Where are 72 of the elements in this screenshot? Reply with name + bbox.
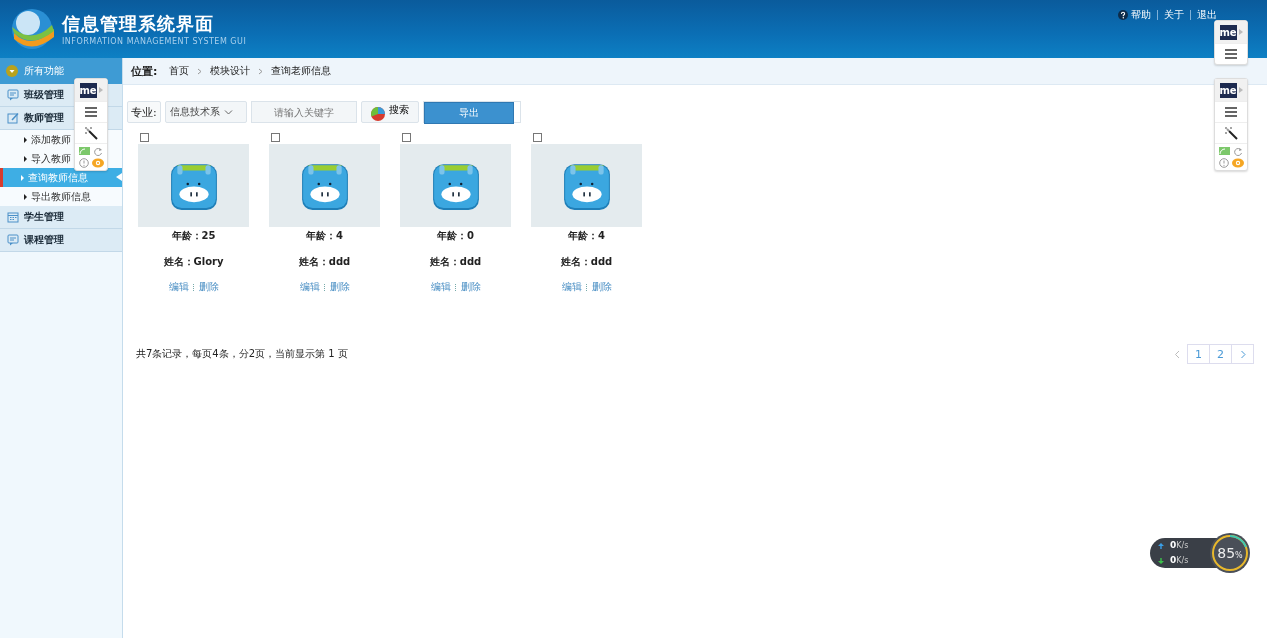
app-subtitle: INFORMATION MANAGEMENT SYSTEM GUI: [62, 37, 247, 46]
search-button[interactable]: 搜索: [360, 101, 419, 123]
dropdown-icon: [6, 65, 18, 77]
major-label: 专业:: [127, 101, 161, 123]
eye-icon[interactable]: [1231, 158, 1244, 168]
magic-wand-icon[interactable]: [1224, 126, 1238, 140]
header-link[interactable]: 帮助: [1118, 8, 1151, 22]
age-text: 年龄：25: [171, 229, 216, 243]
upload-speed: 0K/s: [1170, 541, 1190, 550]
age-text: 年龄：0: [437, 229, 474, 243]
chevron-icon: [223, 109, 233, 115]
name-text: 姓名：ddd: [560, 255, 613, 269]
delete-link[interactable]: 删除: [198, 280, 219, 294]
age-text: 年龄：4: [568, 229, 605, 243]
info-icon[interactable]: [78, 158, 89, 168]
pie-chart-icon: [369, 106, 386, 122]
download-speed: 0K/s: [1170, 556, 1190, 565]
checkbox[interactable]: [271, 133, 280, 142]
extension-logo-button[interactable]: me: [75, 79, 107, 101]
name-text: 姓名：ddd: [298, 255, 351, 269]
menu-icon[interactable]: [1225, 107, 1237, 117]
delete-link[interactable]: 删除: [460, 280, 481, 294]
next-page-button[interactable]: [1232, 344, 1254, 364]
nav-item[interactable]: 导出教师信息: [0, 187, 122, 206]
age-text: 年龄：4: [306, 229, 343, 243]
chat-icon: [7, 234, 19, 246]
eye-icon[interactable]: [91, 158, 104, 168]
chevron-icon: [258, 67, 264, 75]
extension-logo-button[interactable]: me: [1215, 21, 1247, 43]
major-select[interactable]: 信息技术系: [164, 101, 247, 123]
checkbox[interactable]: [140, 133, 149, 142]
nav-group[interactable]: 学生管理: [0, 206, 122, 229]
app-title: 信息管理系统界面: [62, 12, 215, 36]
location-label: 位置:: [131, 63, 158, 79]
refresh-icon[interactable]: [93, 147, 103, 156]
refresh-icon[interactable]: [1233, 147, 1243, 156]
menu-icon[interactable]: [1225, 49, 1237, 59]
memory-usage-gauge: 85%: [1210, 533, 1250, 573]
magic-wand-icon[interactable]: [84, 126, 98, 140]
calendar-icon: [7, 211, 19, 223]
delete-link[interactable]: 删除: [591, 280, 612, 294]
edit-icon: [7, 112, 19, 124]
edit-link[interactable]: 编辑: [299, 280, 320, 294]
pagination-summary: 共7条记录，每页4条，分2页，当前显示第 1 页: [136, 347, 348, 361]
edit-link[interactable]: 编辑: [561, 280, 582, 294]
edit-link[interactable]: 编辑: [430, 280, 451, 294]
export-button[interactable]: 导出: [423, 102, 514, 124]
page-button[interactable]: 1: [1187, 344, 1210, 364]
header-link[interactable]: 退出: [1197, 8, 1217, 22]
name-text: 姓名：ddd: [429, 255, 482, 269]
checkbox[interactable]: [533, 133, 542, 142]
chevron-right-icon: [1239, 349, 1246, 359]
cast-icon[interactable]: [79, 147, 90, 155]
name-text: 姓名：Glory: [163, 255, 224, 269]
download-arrow-icon: [1158, 557, 1164, 564]
upload-arrow-icon: [1158, 542, 1164, 549]
info-icon[interactable]: [1218, 158, 1229, 168]
breadcrumb-link[interactable]: 模块设计: [210, 64, 251, 78]
extension-logo-button[interactable]: me: [1215, 79, 1247, 101]
keyword-field[interactable]: 请输入关键字: [250, 101, 357, 123]
cast-icon[interactable]: [1219, 147, 1230, 155]
checkbox[interactable]: [402, 133, 411, 142]
header-link[interactable]: 关于: [1164, 8, 1184, 22]
delete-link[interactable]: 删除: [329, 280, 350, 294]
chat-icon: [7, 89, 19, 101]
menu-icon[interactable]: [85, 107, 97, 117]
chevron-icon: [197, 67, 203, 75]
breadcrumb-link[interactable]: 首页: [169, 64, 190, 78]
help-icon: [1118, 10, 1128, 20]
nav-group[interactable]: 课程管理: [0, 229, 122, 252]
chevron-left-icon: [1174, 349, 1180, 359]
edit-link[interactable]: 编辑: [168, 280, 189, 294]
